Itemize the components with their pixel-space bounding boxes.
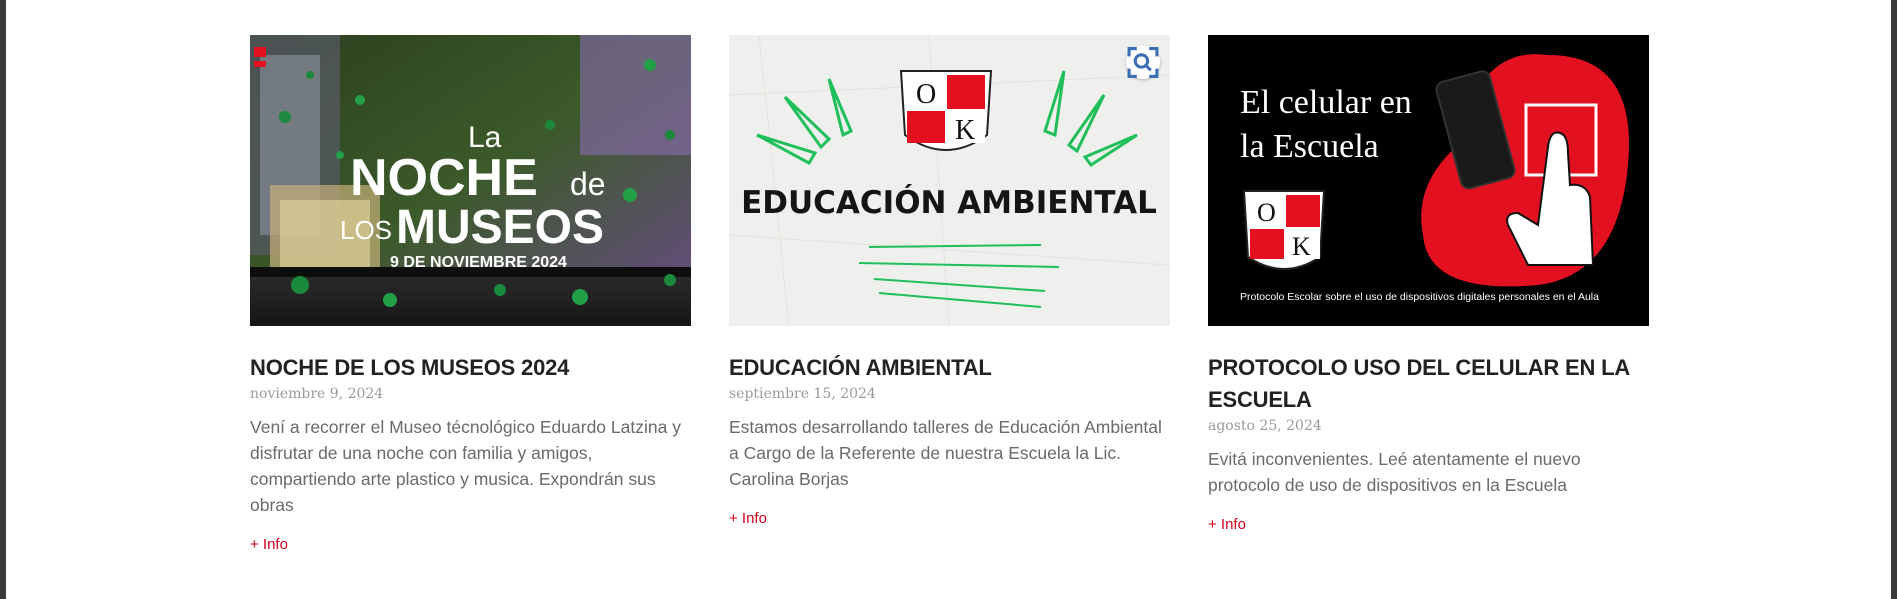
window-right-border xyxy=(1891,0,1897,599)
svg-text:O: O xyxy=(916,79,936,110)
post-date: agosto 25, 2024 xyxy=(1208,418,1322,434)
banner-caption: Protocolo Escolar sobre el uso de dispos… xyxy=(1240,291,1599,303)
more-info-link[interactable]: + Info xyxy=(250,536,288,553)
museum-night-photo: La NOCHE de LOS MUSEOS 9 DE NOVIEMBRE 20… xyxy=(250,35,691,326)
post-card-noche-museos: La NOCHE de LOS MUSEOS 9 DE NOVIEMBRE 20… xyxy=(250,35,691,554)
post-excerpt: Evitá inconvenientes. Leé atentamente el… xyxy=(1208,449,1581,495)
posts-grid: La NOCHE de LOS MUSEOS 9 DE NOVIEMBRE 20… xyxy=(250,35,1650,595)
post-title[interactable]: PROTOCOLO USO DEL CELULAR EN LA ESCUELA xyxy=(1208,352,1649,416)
post-excerpt: Estamos desarrollando talleres de Educac… xyxy=(729,417,1162,489)
svg-text:K: K xyxy=(1292,232,1311,261)
window-left-border xyxy=(0,0,6,599)
more-info-link[interactable]: + Info xyxy=(729,510,767,527)
banner-line-2: la Escuela xyxy=(1240,128,1379,165)
post-card-protocolo-celular: El celular en la Escuela O K Protocolo E… xyxy=(1208,35,1649,534)
banner-heading: EDUCACIÓN AMBIENTAL xyxy=(741,184,1157,221)
educacion-ambiental-banner: O K EDUCACIÓN AMBIENTAL xyxy=(729,35,1170,326)
museum-line-4: 9 DE NOVIEMBRE 2024 xyxy=(390,254,567,271)
post-title[interactable]: EDUCACIÓN AMBIENTAL xyxy=(729,352,1170,384)
post-excerpt: Vení a recorrer el Museo técnológico Edu… xyxy=(250,417,681,515)
school-crest-icon: O K xyxy=(1242,190,1326,270)
museum-line-3a: LOS xyxy=(340,215,392,245)
post-thumbnail-educacion-ambiental[interactable]: O K EDUCACIÓN AMBIENTAL xyxy=(729,35,1170,326)
museum-line-2b: de xyxy=(570,166,606,202)
zoom-image-button[interactable] xyxy=(1126,45,1160,79)
banner-line-1: El celular en xyxy=(1240,84,1412,121)
celular-escuela-banner: El celular en la Escuela O K Protocolo E… xyxy=(1208,35,1649,326)
svg-text:O: O xyxy=(1257,198,1276,227)
museum-line-2a: NOCHE xyxy=(350,149,538,207)
post-thumbnail-noche-museos[interactable]: La NOCHE de LOS MUSEOS 9 DE NOVIEMBRE 20… xyxy=(250,35,691,326)
post-card-educacion-ambiental: O K EDUCACIÓN AMBIENTAL EDUCACIÓN AMBIEN… xyxy=(729,35,1170,528)
svg-text:K: K xyxy=(955,115,975,146)
post-thumbnail-protocolo-celular[interactable]: El celular en la Escuela O K Protocolo E… xyxy=(1208,35,1649,326)
school-crest-icon: O K xyxy=(899,70,993,151)
zoom-scan-icon xyxy=(1127,46,1159,78)
post-title[interactable]: NOCHE DE LOS MUSEOS 2024 xyxy=(250,352,691,384)
more-info-link[interactable]: + Info xyxy=(1208,516,1246,533)
post-date: noviembre 9, 2024 xyxy=(250,386,384,402)
museum-line-3b: MUSEOS xyxy=(396,201,604,254)
post-date: septiembre 15, 2024 xyxy=(729,386,876,402)
